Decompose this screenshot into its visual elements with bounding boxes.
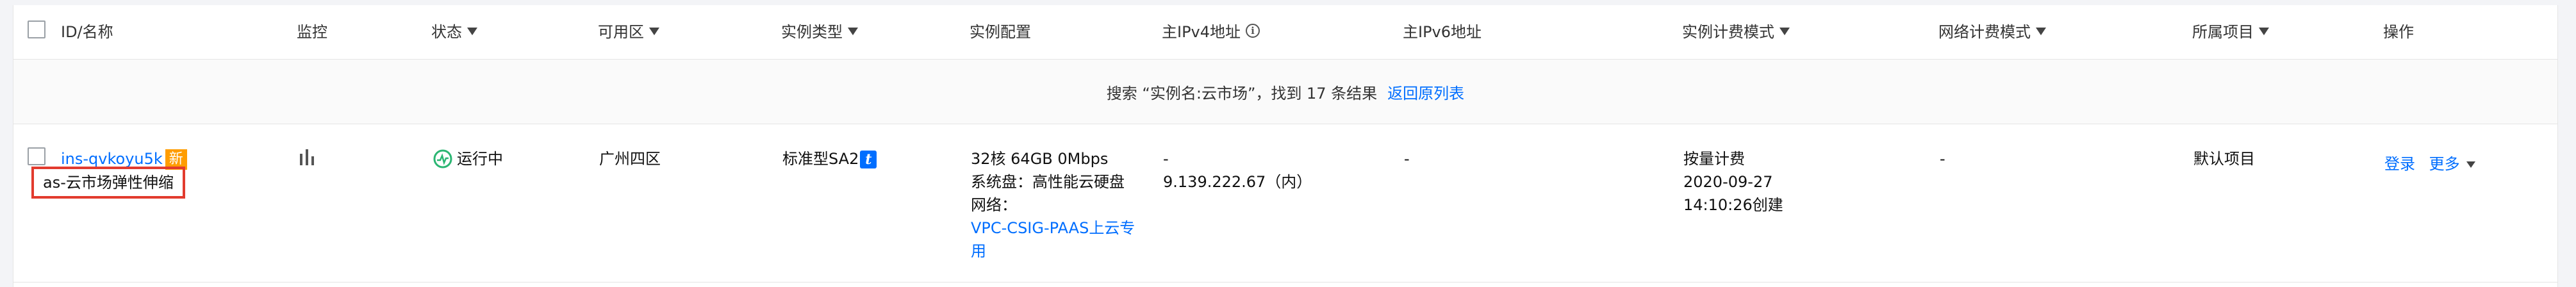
filter-icon[interactable]	[848, 28, 858, 35]
col-ipv4: 主IPv4地址 i	[1162, 19, 1260, 42]
project-cell: 默认项目	[2193, 150, 2255, 168]
status-text: 运行中	[457, 150, 503, 168]
config-network-label: 网络：	[971, 196, 1017, 214]
actions-cell: 登录 更多	[2384, 152, 2475, 176]
col-zone[interactable]: 可用区	[598, 19, 659, 42]
instance-id-link[interactable]: ins-qvkoyu5k	[61, 150, 163, 168]
running-status-icon	[433, 149, 452, 168]
back-to-list-link[interactable]: 返回原列表	[1387, 81, 1464, 103]
billing-time: 14:10:26创建	[1683, 196, 1783, 214]
chevron-down-icon[interactable]	[2466, 161, 2475, 168]
net-billing-cell: -	[1940, 150, 1945, 168]
billing-cell: 按量计费 2020-09-27 14:10:26创建	[1683, 147, 1783, 217]
table-row: ins-qvkoyu5k 新 as-云市场弹性伸缩 运行中 广州四区 标准型SA2…	[13, 124, 2557, 283]
table-header: ID/名称 监控 状态 可用区 实例类型 实例配置 主IPv4地址 i 主IPv6…	[13, 5, 2557, 60]
filter-icon[interactable]	[467, 28, 477, 35]
zone-cell: 广州四区	[599, 150, 661, 168]
status-cell: 运行中	[433, 147, 503, 170]
select-all-checkbox[interactable]	[28, 20, 45, 38]
col-billing-mode[interactable]: 实例计费模式	[1682, 19, 1790, 42]
instance-config-cell: 32核 64GB 0Mbps 系统盘：高性能云硬盘 网络： VPC-CSIG-P…	[971, 147, 1135, 263]
bar-chart-icon[interactable]	[298, 147, 316, 167]
col-project[interactable]: 所属项目	[2192, 19, 2269, 42]
instance-type-cell: 标准型SA2 t	[782, 147, 877, 170]
col-instance-config: 实例配置	[970, 23, 1031, 41]
login-button[interactable]: 登录	[2384, 155, 2415, 173]
filter-icon[interactable]	[2259, 28, 2269, 35]
billing-date: 2020-09-27	[1683, 173, 1773, 191]
col-actions: 操作	[2383, 23, 2414, 41]
vpc-link[interactable]: VPC-CSIG-PAAS上云专 用	[971, 217, 1135, 263]
config-spec: 32核 64GB 0Mbps	[971, 150, 1109, 168]
col-ipv6: 主IPv6地址	[1403, 23, 1482, 41]
filter-icon[interactable]	[649, 28, 659, 35]
search-result-text: 搜索 “实例名:云市场”，找到 17 条结果	[1106, 84, 1378, 102]
type-tag-icon: t	[860, 151, 877, 168]
billing-mode: 按量计费	[1683, 150, 1745, 168]
monitor-cell[interactable]	[298, 147, 316, 173]
more-button[interactable]: 更多	[2429, 155, 2460, 173]
instance-table: ID/名称 监控 状态 可用区 实例类型 实例配置 主IPv4地址 i 主IPv6…	[13, 5, 2558, 287]
ipv6-cell: -	[1404, 150, 1410, 168]
filter-icon[interactable]	[1779, 28, 1790, 35]
col-id-name: ID/名称	[61, 23, 113, 41]
ipv4-cell: - 9.139.222.67（内）	[1163, 147, 1312, 193]
col-monitor: 监控	[297, 23, 327, 41]
instance-alias[interactable]: as-云市场弹性伸缩	[31, 167, 185, 199]
ipv4-private: 9.139.222.67（内）	[1163, 173, 1312, 191]
col-instance-type[interactable]: 实例类型	[781, 19, 858, 42]
ipv4-public: -	[1163, 150, 1169, 168]
col-status[interactable]: 状态	[431, 19, 477, 42]
filter-icon[interactable]	[2036, 28, 2046, 35]
instance-type-text: 标准型SA2	[782, 150, 859, 168]
config-disk: 系统盘：高性能云硬盘	[971, 173, 1125, 191]
col-net-billing-mode[interactable]: 网络计费模式	[1938, 19, 2046, 42]
row-checkbox[interactable]	[28, 147, 45, 165]
search-result-notice: 搜索 “实例名:云市场”，找到 17 条结果 返回原列表	[13, 60, 2557, 124]
info-icon[interactable]: i	[1246, 23, 1260, 38]
